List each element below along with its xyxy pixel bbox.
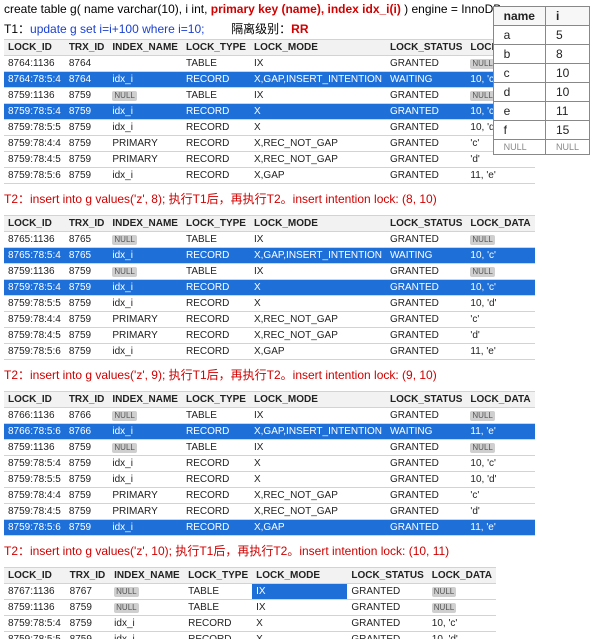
col-header: LOCK_ID: [4, 216, 65, 232]
side-row: b8: [493, 45, 589, 64]
col-header: LOCK_TYPE: [182, 216, 250, 232]
col-header: INDEX_NAME: [108, 216, 182, 232]
col-header: INDEX_NAME: [108, 392, 182, 408]
lock-row: 8759:78:4:58759PRIMARYRECORDX,REC_NOT_GA…: [4, 152, 535, 168]
lock-row: 8759:78:5:68759idx_iRECORDX,GAPGRANTED11…: [4, 520, 535, 536]
lock-row: 8764:78:5:48764idx_iRECORDX,GAP,INSERT_I…: [4, 72, 535, 88]
col-header: LOCK_DATA: [428, 568, 496, 584]
col-header: LOCK_MODE: [250, 392, 386, 408]
lock-table: LOCK_IDTRX_IDINDEX_NAMELOCK_TYPELOCK_MOD…: [4, 391, 535, 536]
side-row: f15: [493, 121, 589, 140]
lock-table: LOCK_IDTRX_IDINDEX_NAMELOCK_TYPELOCK_MOD…: [4, 215, 535, 360]
side-row-null: NULLNULL: [493, 140, 589, 155]
side-row: d10: [493, 83, 589, 102]
col-header: LOCK_STATUS: [386, 392, 466, 408]
lock-row: 8759:78:5:48759idx_iRECORDXGRANTED10, 'c…: [4, 456, 535, 472]
col-header: LOCK_ID: [4, 568, 66, 584]
lock-row: 8765:78:5:48765idx_iRECORDX,GAP,INSERT_I…: [4, 248, 535, 264]
side-row: c10: [493, 64, 589, 83]
lock-row: 8767:11368767NULLTABLEIXGRANTEDNULL: [4, 584, 496, 600]
col-header: TRX_ID: [66, 568, 111, 584]
col-header: TRX_ID: [65, 216, 109, 232]
col-header: INDEX_NAME: [108, 40, 182, 56]
lock-row: 8765:11368765NULLTABLEIXGRANTEDNULL: [4, 232, 535, 248]
lock-row: 8759:78:5:48759idx_iRECORDXGRANTED10, 'c…: [4, 280, 535, 296]
lock-row: 8759:78:5:68759idx_iRECORDX,GAPGRANTED11…: [4, 168, 535, 184]
lock-row: 8766:78:5:68766idx_iRECORDX,GAP,INSERT_I…: [4, 424, 535, 440]
side-row: a5: [493, 26, 589, 45]
side-col-name: name: [493, 7, 545, 26]
lock-row: 8759:11368759NULLTABLEIXGRANTEDNULL: [4, 88, 535, 104]
lock-row: 8759:11368759NULLTABLEIXGRANTEDNULL: [4, 264, 535, 280]
col-header: TRX_ID: [65, 40, 109, 56]
col-header: LOCK_DATA: [466, 216, 534, 232]
col-header: LOCK_STATUS: [386, 216, 466, 232]
t2-statement: T2：insert into g values('z', 9); 执行T1后，再…: [0, 360, 600, 391]
lock-row: 8759:78:5:58759idx_iRECORDXGRANTED10, 'd…: [4, 296, 535, 312]
col-header: LOCK_MODE: [250, 40, 386, 56]
t2-statement: T2：insert into g values('z', 10); 执行T1后，…: [0, 536, 600, 567]
lock-row: 8759:78:4:48759PRIMARYRECORDX,REC_NOT_GA…: [4, 136, 535, 152]
lock-table: LOCK_IDTRX_IDINDEX_NAMELOCK_TYPELOCK_MOD…: [4, 39, 535, 184]
lock-row: 8766:11368766NULLTABLEIXGRANTEDNULL: [4, 408, 535, 424]
lock-row: 8759:78:4:48759PRIMARYRECORDX,REC_NOT_GA…: [4, 312, 535, 328]
col-header: LOCK_TYPE: [182, 392, 250, 408]
lock-row: 8759:78:4:58759PRIMARYRECORDX,REC_NOT_GA…: [4, 328, 535, 344]
col-header: LOCK_DATA: [466, 392, 534, 408]
lock-row: 8759:78:5:68759idx_iRECORDX,GAPGRANTED11…: [4, 344, 535, 360]
lock-table: LOCK_IDTRX_IDINDEX_NAMELOCK_TYPELOCK_MOD…: [4, 567, 496, 639]
t2-statement: T2：insert into g values('z', 8); 执行T1后，再…: [0, 184, 600, 215]
col-header: LOCK_MODE: [252, 568, 347, 584]
col-header: INDEX_NAME: [110, 568, 184, 584]
col-header: LOCK_ID: [4, 40, 65, 56]
col-header: LOCK_ID: [4, 392, 65, 408]
col-header: LOCK_MODE: [250, 216, 386, 232]
lock-row: 8759:78:4:58759PRIMARYRECORDX,REC_NOT_GA…: [4, 504, 535, 520]
lock-row: 8759:78:5:58759idx_iRECORDXGRANTED10, 'd…: [4, 472, 535, 488]
lock-row: 8759:78:5:48759idx_iRECORDXGRANTED10, 'c…: [4, 104, 535, 120]
lock-row: 8759:11368759NULLTABLEIXGRANTEDNULL: [4, 440, 535, 456]
col-header: LOCK_TYPE: [182, 40, 250, 56]
lock-row: 8759:78:5:58759idx_iRECORDXGRANTED10, 'd…: [4, 120, 535, 136]
side-col-i: i: [545, 7, 589, 26]
lock-row: 8764:11368764TABLEIXGRANTEDNULL: [4, 56, 535, 72]
side-row: e11: [493, 102, 589, 121]
col-header: LOCK_STATUS: [347, 568, 427, 584]
lock-row: 8759:78:5:58759idx_iRECORDXGRANTED10, 'd…: [4, 632, 496, 639]
col-header: TRX_ID: [65, 392, 109, 408]
col-header: LOCK_TYPE: [184, 568, 252, 584]
col-header: LOCK_STATUS: [386, 40, 466, 56]
lock-row: 8759:11368759NULLTABLEIXGRANTEDNULL: [4, 600, 496, 616]
lock-row: 8759:78:5:48759idx_iRECORDXGRANTED10, 'c…: [4, 616, 496, 632]
lock-row: 8759:78:4:48759PRIMARYRECORDX,REC_NOT_GA…: [4, 488, 535, 504]
data-table-g: name i a5b8c10d10e11f15NULLNULL: [493, 6, 590, 155]
